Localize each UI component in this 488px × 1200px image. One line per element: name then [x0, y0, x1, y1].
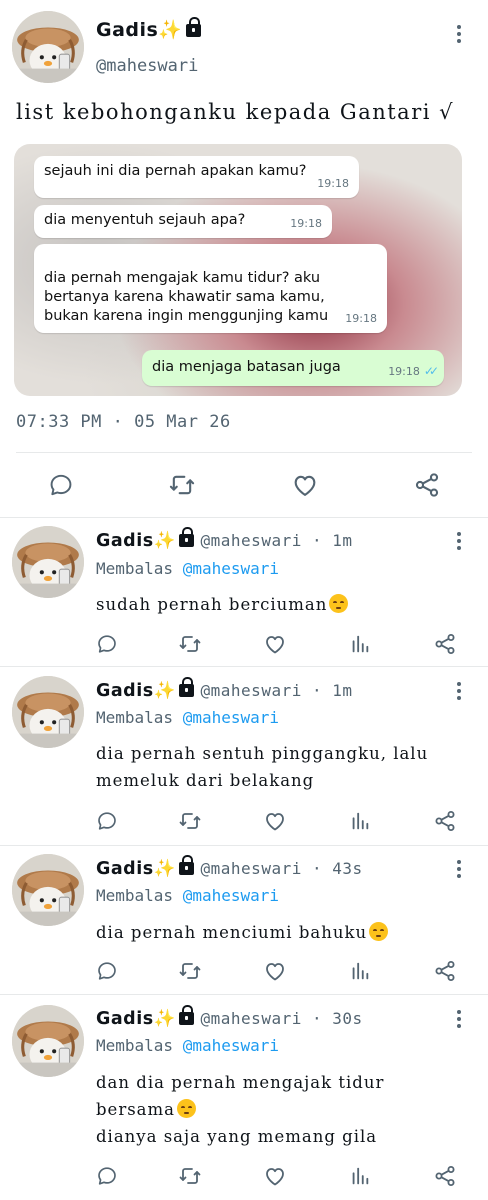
reply-author[interactable]: Gadis✨ @maheswari · 43s: [96, 855, 363, 879]
reply-handle: @maheswari: [200, 681, 302, 700]
sparkles-icon: ✨: [153, 859, 176, 879]
reply-age: 43s: [332, 859, 363, 878]
retweet-icon[interactable]: [168, 471, 196, 499]
main-author-handle[interactable]: @maheswari: [96, 56, 198, 76]
replying-to-link[interactable]: @maheswari: [183, 886, 279, 905]
more-options-icon[interactable]: [456, 682, 462, 703]
reply-icon[interactable]: [96, 1165, 118, 1187]
post-timestamp[interactable]: 07:33 PM · 05 Mar 26: [16, 412, 231, 432]
more-options-icon[interactable]: [456, 860, 462, 881]
divider: [0, 517, 488, 518]
chat-bubble-2: dia menyentuh sejauh apa? 19:18: [34, 205, 332, 238]
reply-avatar[interactable]: [12, 854, 84, 926]
reply-author[interactable]: Gadis✨ @maheswari · 30s: [96, 1005, 363, 1029]
lock-icon: [178, 527, 194, 547]
replying-to-link[interactable]: @maheswari: [183, 1036, 279, 1055]
like-icon[interactable]: [263, 1164, 287, 1188]
replying-to: Membalas @maheswari: [96, 559, 280, 578]
post-media-chat-screenshot[interactable]: sejauh ini dia pernah apakan kamu? 19:18…: [14, 144, 462, 396]
more-options-icon[interactable]: [456, 1010, 462, 1031]
like-icon[interactable]: [291, 471, 319, 499]
retweet-icon[interactable]: [178, 1164, 202, 1188]
reply-icon[interactable]: [96, 633, 118, 655]
reply-text: dan dia pernah mengajak tidur bersama di…: [96, 1073, 385, 1146]
lock-icon: [178, 1005, 194, 1025]
reply-author[interactable]: Gadis✨ @maheswari · 1m: [96, 677, 353, 701]
divider: [0, 994, 488, 995]
views-icon[interactable]: [349, 810, 371, 832]
display-name: Gadis: [96, 19, 159, 41]
like-icon[interactable]: [263, 959, 287, 983]
reply-handle: @maheswari: [200, 1009, 302, 1028]
views-icon[interactable]: [349, 633, 371, 655]
sparkles-icon: ✨: [153, 531, 176, 551]
like-icon[interactable]: [263, 809, 287, 833]
sparkles-icon: ✨: [158, 19, 183, 41]
sparkles-icon: ✨: [153, 1009, 176, 1029]
reply-icon[interactable]: [96, 960, 118, 982]
more-options-icon[interactable]: [456, 25, 462, 46]
views-icon[interactable]: [349, 960, 371, 982]
divider: [0, 666, 488, 667]
reply-age: 30s: [332, 1009, 363, 1028]
retweet-icon[interactable]: [178, 632, 202, 656]
lock-icon: [178, 677, 194, 697]
reply-text: dia pernah menciumi bahuku: [96, 919, 389, 946]
reply-avatar[interactable]: [12, 526, 84, 598]
post-text: list kebohonganku kepada Gantari √: [16, 100, 455, 124]
retweet-icon[interactable]: [178, 809, 202, 833]
replying-to: Membalas @maheswari: [96, 1036, 280, 1055]
reply-text: sudah pernah berciuman: [96, 591, 349, 618]
share-icon[interactable]: [433, 632, 457, 656]
share-icon[interactable]: [433, 809, 457, 833]
pensive-face-emoji: [369, 922, 389, 941]
like-icon[interactable]: [263, 632, 287, 656]
chat-bubble-1: sejauh ini dia pernah apakan kamu? 19:18: [34, 156, 359, 198]
reply-handle: @maheswari: [200, 859, 302, 878]
divider: [16, 452, 472, 453]
reply-avatar[interactable]: [12, 1005, 84, 1077]
chat-bubble-3: dia pernah mengajak kamu tidur? aku bert…: [34, 244, 387, 333]
reply-author[interactable]: Gadis✨ @maheswari · 1m: [96, 527, 353, 551]
retweet-icon[interactable]: [178, 959, 202, 983]
main-avatar[interactable]: [12, 11, 84, 83]
replying-to: Membalas @maheswari: [96, 886, 280, 905]
reply-text: dia pernah sentuh pinggangku, lalu memel…: [96, 744, 429, 790]
chat-bubble-4-outgoing: dia menjaga batasan juga 19:18 ✓✓: [142, 350, 444, 386]
share-icon[interactable]: [433, 959, 457, 983]
lock-icon: [178, 855, 194, 875]
reply-avatar[interactable]: [12, 676, 84, 748]
pensive-face-emoji: [177, 1099, 197, 1118]
reply-age: 1m: [332, 531, 353, 550]
pensive-face-emoji: [329, 594, 349, 613]
replying-to-link[interactable]: @maheswari: [183, 708, 279, 727]
replying-to: Membalas @maheswari: [96, 708, 280, 727]
double-check-icon: ✓✓: [423, 364, 439, 378]
reply-age: 1m: [332, 681, 353, 700]
reply-icon[interactable]: [48, 472, 74, 498]
main-author-name[interactable]: Gadis✨: [96, 17, 201, 41]
reply-icon[interactable]: [96, 810, 118, 832]
lock-icon: [185, 17, 201, 37]
share-icon[interactable]: [433, 1164, 457, 1188]
replying-to-link[interactable]: @maheswari: [183, 559, 279, 578]
share-icon[interactable]: [413, 471, 441, 499]
more-options-icon[interactable]: [456, 532, 462, 553]
sparkles-icon: ✨: [153, 681, 176, 701]
divider: [0, 845, 488, 846]
reply-handle: @maheswari: [200, 531, 302, 550]
views-icon[interactable]: [349, 1165, 371, 1187]
